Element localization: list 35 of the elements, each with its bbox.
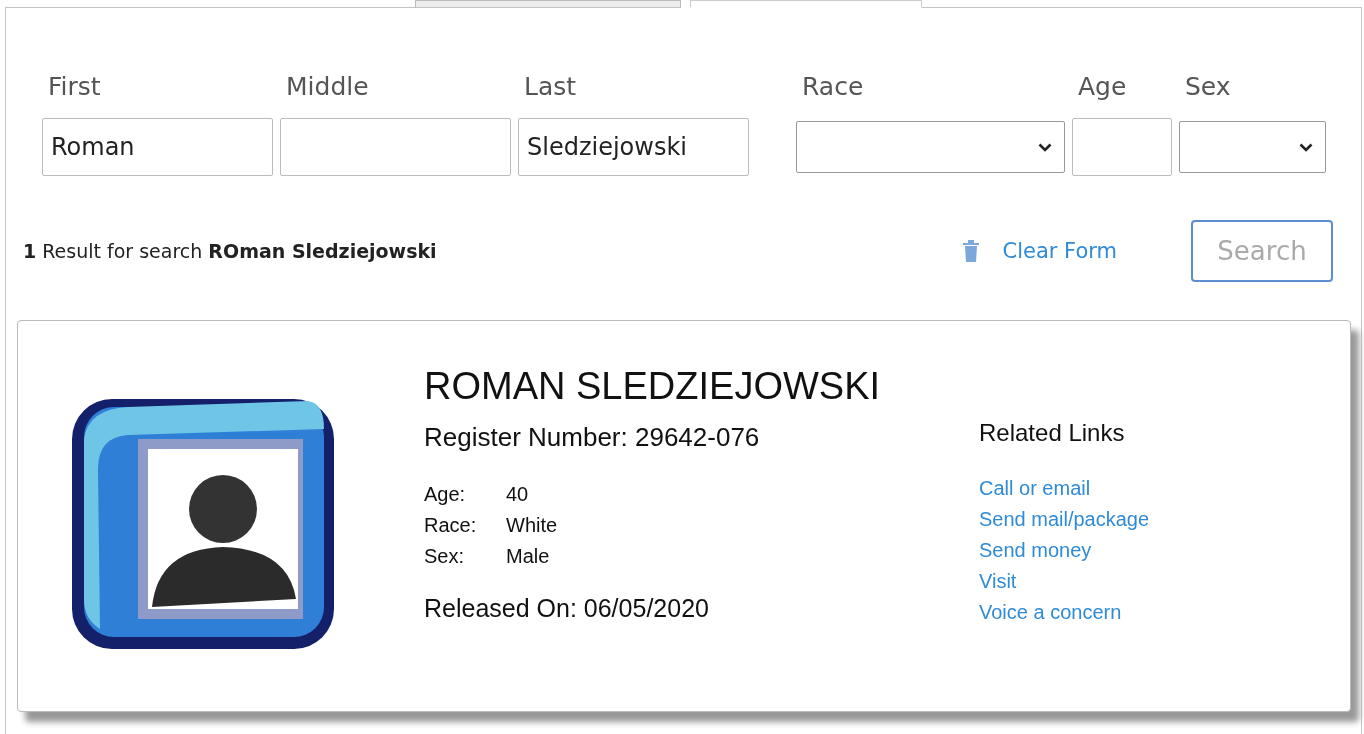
field-label: Race [801, 71, 865, 103]
dropdown[interactable] [796, 121, 1065, 173]
related-link[interactable]: Visit [979, 570, 1150, 593]
dropdown[interactable] [1179, 121, 1326, 173]
release-date: Released On: 06/05/2020 [424, 594, 710, 623]
detail-value: 40 [506, 483, 530, 506]
field-label: Sex [1184, 71, 1232, 103]
tab[interactable] [690, 0, 922, 8]
input-field[interactable]: Sledziejowski [518, 118, 749, 176]
field-label: First [47, 71, 102, 103]
register-number: Register Number: 29642-076 [424, 422, 761, 453]
related-link[interactable]: Send money [979, 539, 1150, 562]
input-field[interactable] [1072, 118, 1172, 176]
tab[interactable] [415, 0, 681, 8]
detail-label: Race: [424, 514, 478, 537]
detail-label: Sex: [424, 545, 466, 568]
input-field[interactable] [280, 118, 511, 176]
related-link[interactable]: Call or email [979, 477, 1150, 500]
related-link[interactable]: Send mail/package [979, 508, 1150, 531]
person-name: ROMAN SLEDZIEJOWSKI [424, 365, 882, 408]
result-summary: 1 Result for search ROman Sledziejowski [23, 240, 438, 262]
trash-icon [960, 239, 981, 263]
related-links-heading: Related Links [979, 419, 1126, 447]
field-label: Last [523, 71, 578, 103]
detail-value: Male [506, 545, 551, 568]
field-label: Middle [285, 71, 370, 103]
search-button[interactable]: Search [1191, 220, 1333, 282]
input-field[interactable]: Roman [42, 118, 273, 176]
detail-label: Age: [424, 483, 467, 506]
chevron-icon [1038, 142, 1052, 152]
field-label: Age [1077, 71, 1128, 103]
related-link[interactable]: Voice a concern [979, 601, 1150, 624]
chevron-icon [1299, 142, 1313, 152]
detail-value: White [506, 514, 558, 537]
clear-form-link[interactable]: Clear Form [960, 239, 1117, 263]
